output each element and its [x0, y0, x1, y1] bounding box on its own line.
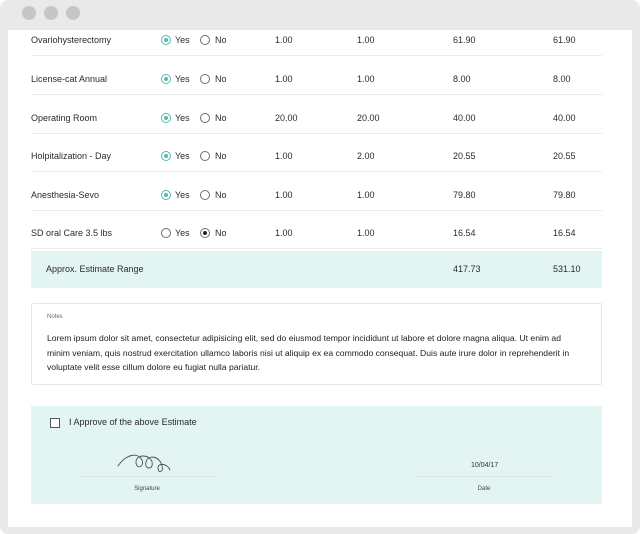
table-row: License-cat Annual Yes No 1.00 1.00 8.00 8.00 — [31, 57, 602, 95]
approve-checkbox[interactable] — [50, 418, 60, 428]
notes-box: Notes Lorem ipsum dolor sit amet, consec… — [31, 303, 602, 385]
window-minimize-dot[interactable] — [44, 6, 58, 20]
window-titlebar — [0, 0, 640, 30]
browser-window: Ovariohysterectomy Yes No 1.00 1.00 61.90 61.9… — [0, 0, 640, 534]
price-high: 61.90 — [553, 35, 576, 45]
item-name: Holpitalization - Day — [31, 151, 112, 161]
notes-label: Notes — [47, 314, 63, 320]
price-low: 8.00 — [453, 74, 471, 84]
notes-text: Lorem ipsum dolor sit amet, consectetur … — [47, 333, 570, 372]
window-maximize-dot[interactable] — [66, 6, 80, 20]
item-name: SD oral Care 3.5 lbs — [31, 228, 113, 238]
radio-yes-label[interactable]: Yes — [175, 35, 190, 45]
estimate-range-high: 531.10 — [553, 264, 581, 274]
signature-line[interactable] — [79, 476, 215, 477]
estimate-range-label: Approx. Estimate Range — [46, 264, 144, 274]
radio-yes-label[interactable]: Yes — [175, 228, 190, 238]
price-low: 16.54 — [453, 228, 476, 238]
price-high: 20.55 — [553, 151, 576, 161]
radio-no-label[interactable]: No — [215, 113, 227, 123]
price-high: 79.80 — [553, 190, 576, 200]
table-row: Operating Room Yes No 20.00 20.00 40.00 40.00 — [31, 96, 602, 134]
window-close-dot[interactable] — [22, 6, 36, 20]
date-line[interactable] — [416, 476, 552, 477]
radio-yes-label[interactable]: Yes — [175, 151, 190, 161]
estimate-page: Ovariohysterectomy Yes No 1.00 1.00 61.90 61.9… — [8, 30, 632, 527]
qty-low: 20.00 — [275, 113, 298, 123]
price-high: 40.00 — [553, 113, 576, 123]
radio-yes[interactable] — [161, 190, 171, 200]
radio-no-label[interactable]: No — [215, 74, 227, 84]
radio-yes-label[interactable]: Yes — [175, 74, 190, 84]
signature-drawing — [117, 454, 171, 473]
radio-yes[interactable] — [161, 35, 171, 45]
qty-low: 1.00 — [275, 35, 293, 45]
radio-no-label[interactable]: No — [215, 190, 227, 200]
item-name: License-cat Annual — [31, 74, 108, 84]
item-name: Operating Room — [31, 113, 98, 123]
table-row: Ovariohysterectomy Yes No 1.00 1.00 61.90 61.9… — [31, 30, 602, 56]
radio-no[interactable] — [200, 228, 210, 238]
price-high: 16.54 — [553, 228, 576, 238]
qty-low: 1.00 — [275, 228, 293, 238]
radio-no[interactable] — [200, 151, 210, 161]
item-name: Ovariohysterectomy — [31, 35, 112, 45]
price-high: 8.00 — [553, 74, 571, 84]
price-low: 61.90 — [453, 35, 476, 45]
qty-high: 1.00 — [357, 190, 375, 200]
signature-caption: Signature — [134, 486, 160, 492]
approve-checkbox-label[interactable]: I Approve of the above Estimate — [69, 417, 197, 427]
qty-low: 1.00 — [275, 74, 293, 84]
price-low: 40.00 — [453, 113, 476, 123]
approval-panel: I Approve of the above Estimate Signatur… — [31, 406, 602, 504]
qty-low: 1.00 — [275, 151, 293, 161]
radio-no-label[interactable]: No — [215, 151, 227, 161]
radio-yes-label[interactable]: Yes — [175, 113, 190, 123]
estimate-range-row: Approx. Estimate Range 417.73 531.10 — [31, 251, 602, 288]
table-row: Anesthesia-Sevo Yes No 1.00 1.00 79.80 79.80 — [31, 173, 602, 211]
estimate-range-low: 417.73 — [453, 264, 481, 274]
radio-yes[interactable] — [161, 74, 171, 84]
radio-yes-label[interactable]: Yes — [175, 190, 190, 200]
radio-yes[interactable] — [161, 151, 171, 161]
radio-yes[interactable] — [161, 113, 171, 123]
qty-high: 1.00 — [357, 35, 375, 45]
qty-high: 1.00 — [357, 228, 375, 238]
radio-no-label[interactable]: No — [215, 228, 227, 238]
radio-yes[interactable] — [161, 228, 171, 238]
qty-low: 1.00 — [275, 190, 293, 200]
radio-no[interactable] — [200, 113, 210, 123]
qty-high: 1.00 — [357, 74, 375, 84]
price-low: 20.55 — [453, 151, 476, 161]
item-name: Anesthesia-Sevo — [31, 190, 100, 200]
table-row: SD oral Care 3.5 lbs Yes No 1.00 1.00 16.54 16… — [31, 211, 602, 249]
radio-no[interactable] — [200, 35, 210, 45]
price-low: 79.80 — [453, 190, 476, 200]
radio-no[interactable] — [200, 190, 210, 200]
table-row: Holpitalization - Day Yes No 1.00 2.00 20.55 2… — [31, 134, 602, 172]
radio-no[interactable] — [200, 74, 210, 84]
radio-no-label[interactable]: No — [215, 35, 227, 45]
qty-high: 2.00 — [357, 151, 375, 161]
date-caption: Date — [477, 486, 491, 492]
date-value: 10/04/17 — [471, 462, 499, 469]
qty-high: 20.00 — [357, 113, 380, 123]
